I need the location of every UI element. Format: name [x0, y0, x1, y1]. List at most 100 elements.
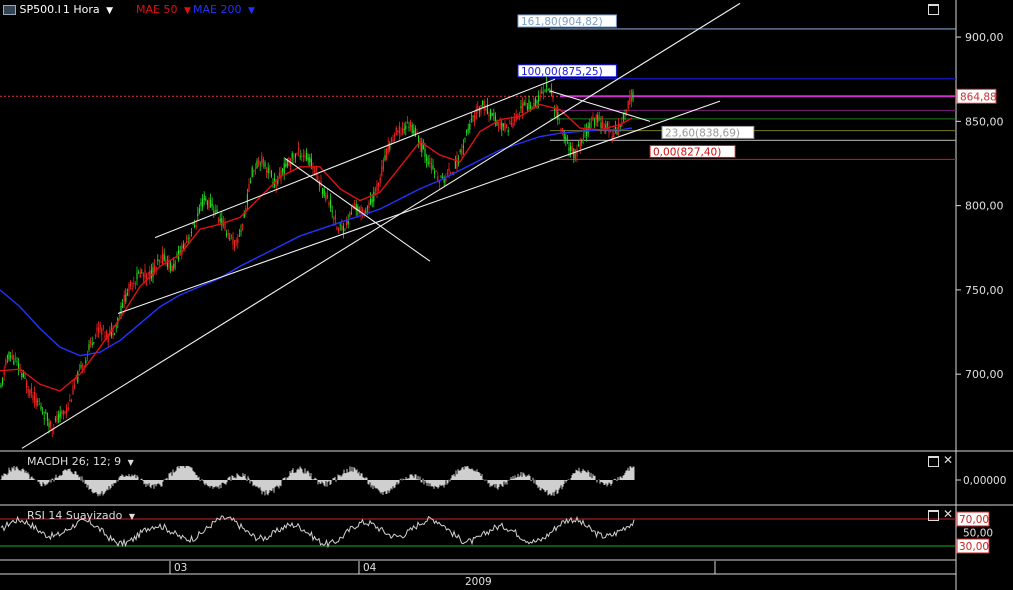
candle-body	[379, 177, 381, 183]
candle-body	[298, 147, 300, 150]
last-price-label: 864,88	[956, 88, 997, 104]
candle-body	[126, 292, 128, 296]
candle-body	[488, 114, 490, 117]
candle-body	[501, 122, 503, 131]
trendline	[284, 157, 431, 262]
candle-body	[283, 163, 285, 174]
candle-body	[362, 209, 364, 213]
candle-body	[37, 400, 39, 402]
candle-body	[461, 148, 463, 155]
candle-body	[258, 161, 260, 164]
candle-body	[141, 272, 143, 274]
candle-body	[58, 414, 60, 422]
chevron-down-icon[interactable]: ▼	[248, 6, 255, 16]
candle-body	[598, 117, 600, 119]
candle-body	[542, 91, 544, 95]
fibonacci-label: 100,00(875,25)	[517, 64, 617, 78]
candle-body	[619, 125, 621, 127]
candle-body	[142, 273, 144, 277]
candle-body	[174, 260, 176, 268]
candle-body	[13, 360, 15, 365]
candle-body	[45, 411, 47, 413]
ma50-indicator-selector[interactable]: MAE 50 ▼	[136, 3, 191, 16]
candle-body	[22, 372, 24, 378]
candle-body	[520, 106, 522, 109]
price-tick-label: 800,00	[965, 200, 1004, 213]
candle-body	[382, 159, 384, 170]
candle-body	[578, 144, 580, 147]
candle-body	[16, 361, 18, 363]
candle-body	[314, 171, 316, 173]
candle-body	[94, 335, 96, 337]
fibonacci-label-text: 161,80(904,82)	[521, 16, 603, 28]
candle-body	[26, 381, 28, 388]
candle-body	[14, 358, 16, 360]
maximize-icon[interactable]	[928, 4, 939, 15]
candle-body	[232, 237, 234, 245]
candle-body	[144, 269, 146, 279]
candle-body	[122, 303, 124, 309]
candle-body	[218, 219, 220, 221]
candle-body	[59, 411, 61, 418]
candle-body	[160, 256, 162, 258]
candle-body	[200, 202, 202, 206]
candle-body	[226, 233, 228, 236]
candle-body	[434, 171, 436, 175]
candle-body	[198, 208, 200, 213]
candle-body	[587, 126, 589, 134]
symbol-selector[interactable]: SP500.I 1 Hora ▼	[3, 3, 113, 16]
fibonacci-label: 23,60(838,69)	[661, 125, 755, 139]
candle-body	[331, 210, 333, 212]
candle-body	[448, 168, 450, 172]
price-tick-label: 900,00	[965, 31, 1004, 44]
candle-body	[371, 199, 373, 203]
candle-body	[131, 287, 133, 289]
candle-body	[478, 110, 480, 112]
candle-body	[552, 95, 554, 99]
candle-body	[93, 342, 95, 344]
candle-body	[616, 131, 618, 135]
candle-body	[195, 225, 197, 227]
candle-body	[402, 128, 404, 133]
candle-body	[374, 189, 376, 191]
candle-body	[40, 406, 42, 410]
rsi-label: RSI 14 Suavizado	[27, 509, 123, 522]
chevron-down-icon[interactable]: ▼	[129, 512, 135, 521]
candle-body	[411, 125, 413, 133]
close-icon[interactable]: ✕	[943, 454, 953, 466]
candle-body	[467, 128, 469, 131]
candle-body	[229, 238, 231, 240]
candle-body	[210, 199, 212, 208]
chart-canvas[interactable]: 900,00 850,00 800,00 750,00 700,00 161,80(904…	[0, 0, 1013, 590]
candle-body	[64, 411, 66, 414]
maximize-icon[interactable]	[928, 456, 939, 467]
candle-body	[27, 389, 29, 393]
rsi-indicator-selector[interactable]: RSI 14 Suavizado ▼	[27, 509, 135, 522]
candle-body	[384, 155, 386, 161]
candle-body	[395, 127, 397, 136]
candle-body	[240, 230, 242, 232]
candle-body	[162, 252, 164, 264]
chevron-down-icon[interactable]: ▼	[106, 6, 113, 16]
chevron-down-icon[interactable]: ▼	[128, 458, 134, 467]
candle-body	[373, 191, 375, 202]
fibonacci-label: 161,80(904,82)	[517, 14, 617, 28]
candle-body	[469, 123, 471, 130]
candle-body	[597, 115, 599, 123]
candle-body	[264, 162, 266, 168]
ma50-label: MAE 50	[136, 3, 178, 16]
candle-body	[24, 377, 26, 379]
candle-body	[309, 157, 311, 163]
candle-body	[304, 155, 306, 158]
maximize-icon[interactable]	[928, 510, 939, 521]
candle-body	[296, 153, 298, 155]
close-icon[interactable]: ✕	[943, 508, 953, 520]
chevron-down-icon[interactable]: ▼	[184, 6, 191, 16]
candle-body	[147, 272, 149, 274]
candle-body	[563, 130, 565, 139]
candle-body	[435, 170, 437, 172]
candle-body	[470, 119, 472, 121]
candle-body	[528, 100, 530, 110]
ma200-indicator-selector[interactable]: MAE 200 ▼	[193, 3, 255, 16]
macd-indicator-selector[interactable]: MACDH 26; 12; 9 ▼	[27, 455, 134, 468]
